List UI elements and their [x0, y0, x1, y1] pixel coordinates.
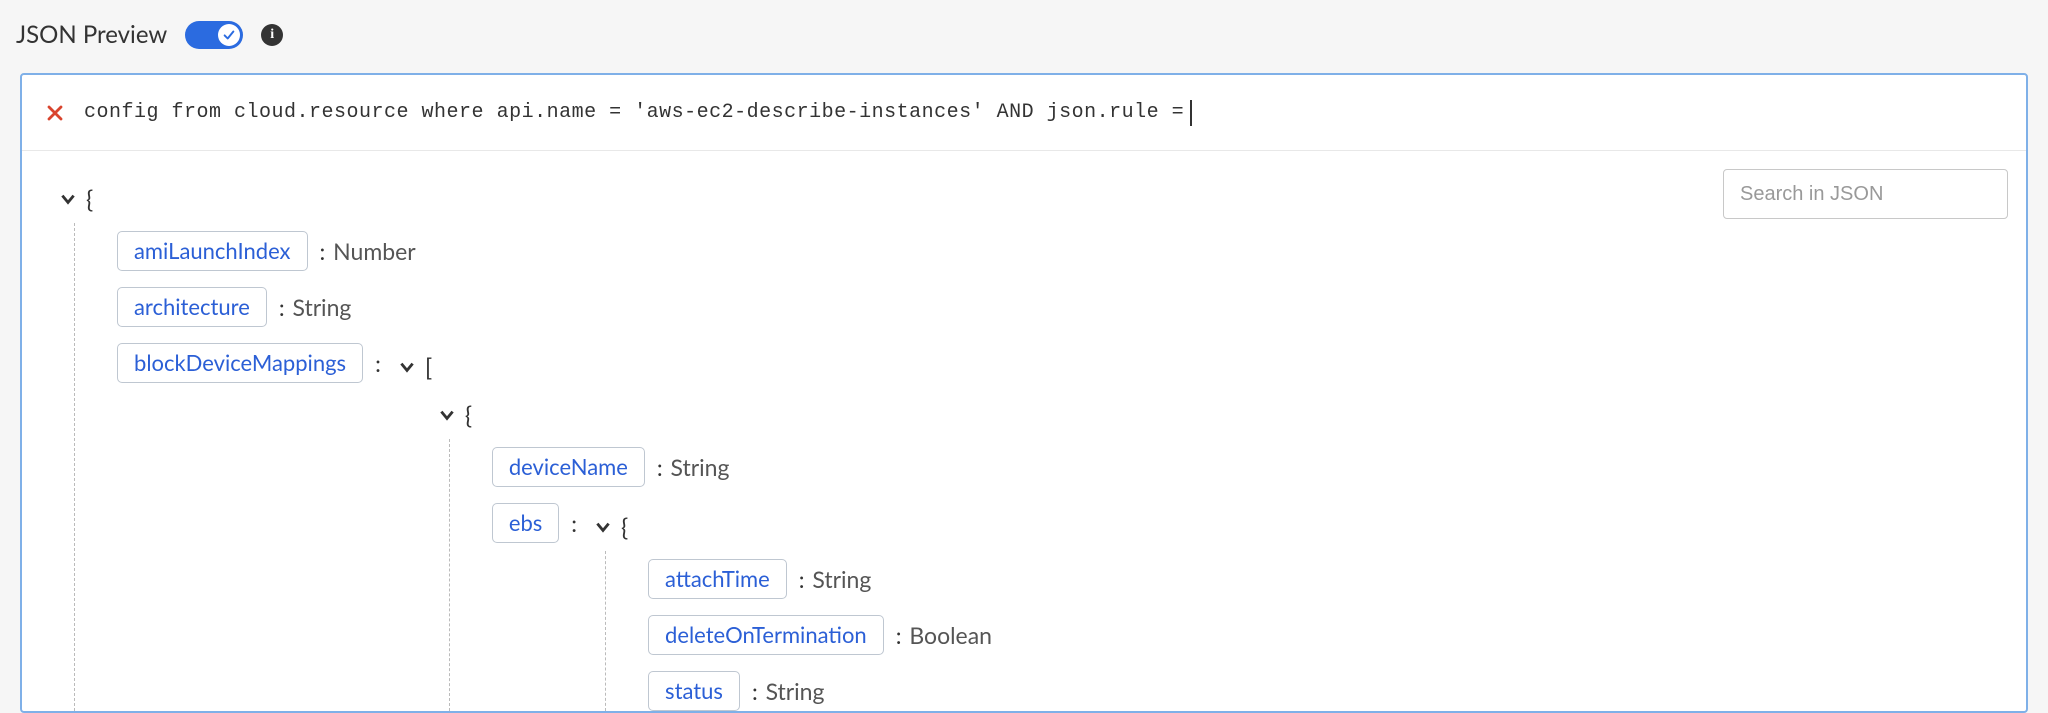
prop-amiLaunchIndex: amiLaunchIndex : Number — [117, 231, 1998, 271]
close-icon — [45, 103, 65, 123]
chevron-down-icon[interactable] — [591, 515, 615, 539]
key-attachTime[interactable]: attachTime — [648, 559, 787, 599]
root-children: amiLaunchIndex : Number architecture : S… — [74, 223, 1998, 711]
prop-status: status : String — [648, 671, 1998, 711]
check-icon — [222, 28, 236, 42]
open-brace: { — [465, 401, 472, 430]
text-cursor — [1190, 100, 1192, 126]
toggle-knob — [218, 24, 240, 46]
key-architecture[interactable]: architecture — [117, 287, 267, 327]
colon: : — [375, 349, 381, 377]
json-preview-toggle[interactable] — [185, 21, 243, 49]
root-open: { — [56, 175, 1998, 223]
json-tree: { amiLaunchIndex : Number architecture :… — [22, 151, 2026, 711]
key-ebs[interactable]: ebs — [492, 503, 559, 543]
header-bar: JSON Preview i — [0, 0, 2048, 73]
query-row: config from cloud.resource where api.nam… — [22, 75, 2026, 151]
key-amiLaunchIndex[interactable]: amiLaunchIndex — [117, 231, 308, 271]
query-input[interactable]: config from cloud.resource where api.nam… — [84, 100, 1192, 126]
type-label: : Number — [318, 237, 416, 265]
type-label: : String — [277, 293, 352, 321]
info-icon[interactable]: i — [261, 24, 283, 46]
clear-query-button[interactable] — [44, 102, 66, 124]
prop-deviceName: deviceName : String — [492, 447, 1998, 487]
key-status[interactable]: status — [648, 671, 740, 711]
type-label: : String — [655, 453, 730, 481]
key-blockDeviceMappings[interactable]: blockDeviceMappings — [117, 343, 363, 383]
main-panel: config from cloud.resource where api.nam… — [20, 73, 2028, 713]
prop-architecture: architecture : String — [117, 287, 1998, 327]
open-brace: { — [86, 185, 93, 214]
colon: : — [571, 509, 577, 537]
open-bracket: [ — [425, 353, 432, 382]
query-text-content: config from cloud.resource where api.nam… — [84, 101, 1184, 124]
page-title: JSON Preview — [16, 20, 167, 49]
chevron-down-icon[interactable] — [395, 355, 419, 379]
prop-ebs: ebs : { — [492, 503, 1998, 711]
open-brace: { — [621, 513, 628, 542]
type-label: : Boolean — [894, 621, 992, 649]
json-search-wrap — [1723, 169, 2008, 219]
type-label: : String — [797, 565, 872, 593]
type-label: : String — [750, 677, 825, 705]
chevron-down-icon[interactable] — [56, 187, 80, 211]
json-search-input[interactable] — [1738, 182, 2007, 207]
key-deviceName[interactable]: deviceName — [492, 447, 645, 487]
prop-attachTime: attachTime : String — [648, 559, 1998, 599]
key-deleteOnTermination[interactable]: deleteOnTermination — [648, 615, 884, 655]
chevron-down-icon[interactable] — [435, 403, 459, 427]
prop-deleteOnTermination: deleteOnTermination : Boolean — [648, 615, 1998, 655]
prop-blockDeviceMappings: blockDeviceMappings : [ { — [117, 343, 1998, 711]
